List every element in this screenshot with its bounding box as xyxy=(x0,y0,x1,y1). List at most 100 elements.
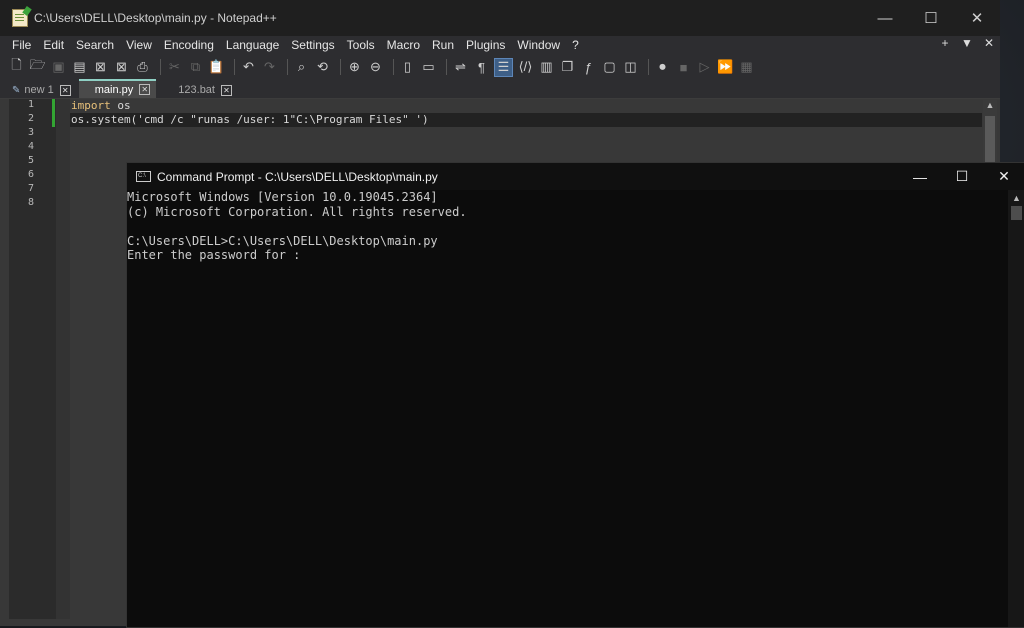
scroll-up-icon[interactable]: ▲ xyxy=(983,100,997,114)
show-all-chars-icon[interactable]: ¶ xyxy=(473,59,490,76)
minimize-button[interactable]: — xyxy=(862,0,908,36)
monitor-icon[interactable]: ▢ xyxy=(601,59,618,76)
find-icon[interactable]: ⌕ xyxy=(293,59,310,76)
menu-help[interactable]: ? xyxy=(566,38,585,52)
replace-icon[interactable]: ⟲ xyxy=(314,59,331,76)
menu-tools[interactable]: Tools xyxy=(341,38,381,52)
cmd-icon: C:\ xyxy=(136,171,151,182)
window-title: C:\Users\DELL\Desktop\main.py - Notepad+… xyxy=(34,11,277,25)
sync-horizontal-icon[interactable]: ▭ xyxy=(420,59,437,76)
console-line: C:\Users\DELL>C:\Users\DELL\Desktop\main… xyxy=(127,233,438,248)
line-number: 8 xyxy=(27,197,34,208)
tab-main-py[interactable]: main.py ✕ xyxy=(78,79,157,98)
line-number: 4 xyxy=(27,141,34,152)
menu-language[interactable]: Language xyxy=(220,38,285,52)
console-output[interactable]: Microsoft Windows [Version 10.0.19045.23… xyxy=(127,190,1007,627)
toolbar-separator xyxy=(287,59,288,75)
notepadpp-logo-icon xyxy=(12,9,28,27)
line-number-gutter: 1 2 3 4 5 6 7 8 xyxy=(9,99,56,619)
tab-list-dropdown[interactable]: ▼ xyxy=(956,36,978,54)
code-line[interactable]: import os xyxy=(70,99,982,113)
tab-close-icon[interactable]: ✕ xyxy=(139,84,151,95)
line-number: 5 xyxy=(27,155,34,166)
line-number: 7 xyxy=(27,183,34,194)
toolbar-separator xyxy=(393,59,394,75)
code-text[interactable]: import os os.system('cmd /c "runas /user… xyxy=(70,99,982,127)
console-line: Enter the password for : xyxy=(127,248,301,262)
tab-close-icon[interactable]: ✕ xyxy=(59,84,71,96)
menu-file[interactable]: File xyxy=(6,38,37,52)
indent-guide-icon[interactable]: ☰ xyxy=(494,57,513,77)
print-icon[interactable]: ⎙ xyxy=(134,59,151,76)
undo-icon[interactable]: ↶ xyxy=(240,59,257,76)
menu-run[interactable]: Run xyxy=(426,38,460,52)
command-prompt-window: C:\ Command Prompt - C:\Users\DELL\Deskt… xyxy=(126,162,1024,628)
toolbar-separator xyxy=(446,59,447,75)
cmd-minimize-button[interactable]: — xyxy=(899,163,941,190)
menu-search[interactable]: Search xyxy=(70,38,120,52)
line-number: 1 xyxy=(27,99,34,110)
fold-margin[interactable] xyxy=(56,99,70,619)
close-button[interactable]: ✕ xyxy=(954,0,1000,36)
scrollbar-thumb[interactable] xyxy=(1011,206,1022,220)
cut-icon[interactable]: ✂ xyxy=(166,59,183,76)
zoom-in-icon[interactable]: ⊕ xyxy=(346,59,363,76)
sync-vertical-icon[interactable]: ▯ xyxy=(399,59,416,76)
tab-close-icon[interactable]: ✕ xyxy=(220,84,232,96)
open-file-icon[interactable]: 🗁 xyxy=(29,57,46,76)
redo-icon[interactable]: ↷ xyxy=(261,59,278,76)
line-number: 3 xyxy=(27,127,34,138)
new-file-icon[interactable]: 🗋 xyxy=(8,57,25,76)
close-document-button[interactable]: ✕ xyxy=(978,36,1000,54)
zoom-out-icon[interactable]: ⊖ xyxy=(367,59,384,76)
menu-macro[interactable]: Macro xyxy=(381,38,426,52)
console-line: (c) Microsoft Corporation. All rights re… xyxy=(127,204,467,219)
menu-bar: File Edit Search View Encoding Language … xyxy=(0,36,1000,54)
save-macro-icon[interactable]: ▦ xyxy=(738,59,755,76)
cmd-close-button[interactable]: ✕ xyxy=(983,163,1024,190)
cmd-window-title: Command Prompt - C:\Users\DELL\Desktop\m… xyxy=(157,169,438,184)
tab-new-1[interactable]: ✎ new 1 ✕ xyxy=(6,82,77,98)
paste-icon[interactable]: 📋 xyxy=(208,59,225,76)
console-line: Microsoft Windows [Version 10.0.19045.23… xyxy=(127,190,438,204)
toolbar-separator xyxy=(160,59,161,75)
folder-workspace-icon[interactable]: ◫ xyxy=(622,59,639,76)
record-macro-icon[interactable]: ⏺ xyxy=(654,59,671,76)
title-bar: C:\Users\DELL\Desktop\main.py - Notepad+… xyxy=(0,0,1000,36)
close-icon[interactable]: ⊠ xyxy=(92,59,109,76)
run-macro-multiple-icon[interactable]: ⏩ xyxy=(717,59,734,76)
xml-tag-icon[interactable]: ⟨/⟩ xyxy=(517,59,534,76)
menu-window[interactable]: Window xyxy=(511,38,566,52)
keyword-import: import xyxy=(71,99,111,112)
tab-label: main.py xyxy=(94,83,134,96)
change-history-marker xyxy=(52,99,55,127)
play-macro-icon[interactable]: ▷ xyxy=(696,59,713,76)
maximize-button[interactable]: ☐ xyxy=(908,0,954,36)
menu-settings[interactable]: Settings xyxy=(285,38,340,52)
tab-123-bat[interactable]: 123.bat ✕ xyxy=(158,82,238,98)
menu-view[interactable]: View xyxy=(120,38,158,52)
clone-icon[interactable]: ❐ xyxy=(559,59,576,76)
code-line-current[interactable]: os.system('cmd /c "runas /user: 1"C:\Pro… xyxy=(70,113,982,127)
tab-label: 123.bat xyxy=(178,84,215,96)
document-map-icon[interactable]: ▥ xyxy=(538,59,555,76)
menu-plugins[interactable]: Plugins xyxy=(460,38,511,52)
word-wrap-icon[interactable]: ⇌ xyxy=(452,59,469,76)
save-icon[interactable]: ▣ xyxy=(50,59,67,76)
menu-edit[interactable]: Edit xyxy=(37,38,70,52)
toolbar-separator xyxy=(340,59,341,75)
save-all-icon[interactable]: ▤ xyxy=(71,59,88,76)
stop-record-icon[interactable]: ■ xyxy=(675,59,692,76)
new-tab-button[interactable]: + xyxy=(934,36,956,54)
close-all-icon[interactable]: ⊠ xyxy=(113,59,130,76)
cmd-maximize-button[interactable]: ☐ xyxy=(941,163,983,190)
menu-encoding[interactable]: Encoding xyxy=(158,38,220,52)
code-text-segment: os xyxy=(110,99,131,112)
function-list-icon[interactable]: ƒ xyxy=(580,59,597,76)
cmd-vertical-scrollbar[interactable]: ▲ xyxy=(1008,190,1024,627)
copy-icon[interactable]: ⧉ xyxy=(187,59,204,76)
scroll-up-icon[interactable]: ▲ xyxy=(1008,190,1024,206)
toolbar: 🗋 🗁 ▣ ▤ ⊠ ⊠ ⎙ ✂ ⧉ 📋 ↶ ↷ ⌕ ⟲ ⊕ ⊖ ▯ ▭ ⇌ ¶ … xyxy=(0,54,1000,80)
line-number: 2 xyxy=(27,113,34,124)
